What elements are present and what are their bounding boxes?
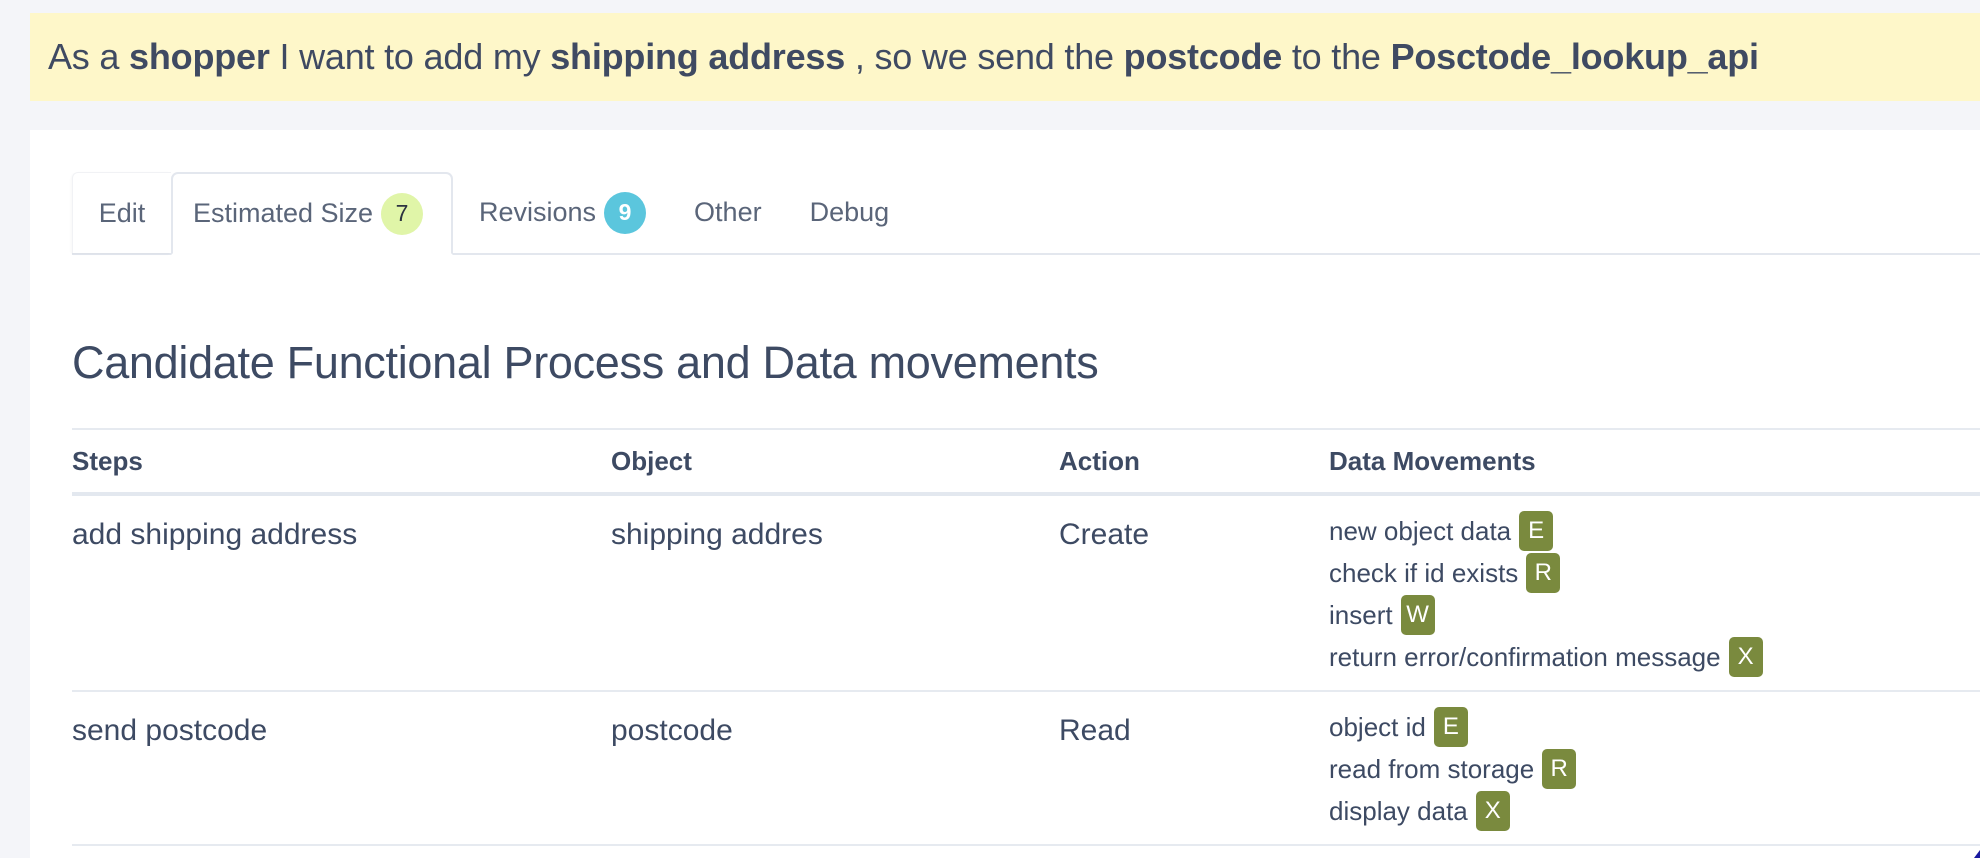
section-title: Candidate Functional Process and Data mo…	[72, 337, 1099, 388]
movement-label: insert	[1329, 599, 1393, 630]
movement-label: check if id exists	[1329, 557, 1519, 588]
story-segment: , so we send the	[845, 36, 1124, 77]
data-movement-item: check if id exists R	[1329, 552, 1980, 594]
movement-type-badge-entry: E	[1519, 511, 1554, 551]
cell-step: send postcode	[72, 691, 611, 846]
cell-data-movements: object id E read from storage R display …	[1329, 691, 1980, 846]
tab-label: Edit	[98, 197, 146, 228]
story-data: postcode	[1123, 36, 1283, 77]
movement-type-badge-exit: X	[1475, 791, 1510, 831]
user-story-text: As a shopper I want to add my shipping a…	[30, 36, 1759, 78]
tab-revisions[interactable]: Revisions 9	[453, 172, 666, 253]
movement-type-badge-read: R	[1526, 553, 1561, 593]
tab-label: Estimated Size	[193, 198, 374, 228]
cell-step: add shipping address	[72, 494, 611, 692]
tab-estimated-size[interactable]: Estimated Size 7	[171, 172, 453, 255]
header-action: Action	[1059, 428, 1329, 496]
movement-type-badge-read: R	[1542, 749, 1577, 789]
story-target-api: Posctode_lookup_api	[1390, 36, 1759, 77]
movement-label: object id	[1329, 711, 1426, 742]
movement-label: new object data	[1329, 515, 1512, 546]
cell-action: Create	[1059, 494, 1329, 692]
data-movements-table: Steps Object Action Data Movements add s…	[72, 428, 1980, 846]
data-movement-item: read from storage R	[1329, 748, 1980, 790]
tab-edit[interactable]: Edit	[72, 172, 171, 253]
user-story-banner: As a shopper I want to add my shipping a…	[30, 13, 1980, 101]
movement-type-badge-exit: X	[1728, 637, 1763, 677]
movement-type-badge-entry: E	[1433, 707, 1468, 747]
movement-label: display data	[1329, 795, 1468, 826]
story-actor: shopper	[129, 36, 270, 77]
cell-action: Read	[1059, 691, 1329, 846]
tab-other[interactable]: Other	[666, 172, 786, 253]
header-object: Object	[611, 428, 1059, 496]
tab-bar: Edit Estimated Size 7 Revisions 9 Other …	[72, 172, 1980, 255]
data-movement-item: new object data E	[1329, 510, 1980, 552]
corner-resize-mark	[1974, 850, 1980, 858]
cell-data-movements: new object data E check if id exists R i…	[1329, 494, 1980, 692]
data-movement-item: insert W	[1329, 594, 1980, 636]
story-segment: to the	[1282, 36, 1391, 77]
cell-object: shipping addres	[611, 494, 1059, 692]
table-row: send postcode postcode Read object id E …	[72, 691, 1980, 846]
tab-debug[interactable]: Debug	[786, 172, 914, 253]
table-header-row: Steps Object Action Data Movements	[72, 428, 1980, 496]
data-movement-item: return error/confirmation message X	[1329, 636, 1980, 678]
header-steps: Steps	[72, 428, 611, 496]
tab-label: Debug	[809, 197, 890, 227]
content-card: Edit Estimated Size 7 Revisions 9 Other …	[30, 130, 1980, 858]
tab-label: Revisions	[479, 197, 597, 227]
header-data-movements: Data Movements	[1329, 428, 1980, 496]
cell-object: postcode	[611, 691, 1059, 846]
tab-label: Other	[694, 197, 762, 227]
estimated-size-count-badge: 7	[381, 192, 424, 235]
movement-label: read from storage	[1329, 753, 1535, 784]
story-segment: I want to add my	[269, 36, 551, 77]
movement-type-badge-write: W	[1400, 595, 1435, 635]
data-movement-item: object id E	[1329, 706, 1980, 748]
story-object: shipping address	[550, 36, 846, 77]
story-segment: As a	[48, 36, 130, 77]
data-movement-item: display data X	[1329, 790, 1980, 832]
revisions-count-badge: 9	[604, 191, 647, 234]
movement-label: return error/confirmation message	[1329, 641, 1721, 672]
table-row: add shipping address shipping addres Cre…	[72, 494, 1980, 692]
